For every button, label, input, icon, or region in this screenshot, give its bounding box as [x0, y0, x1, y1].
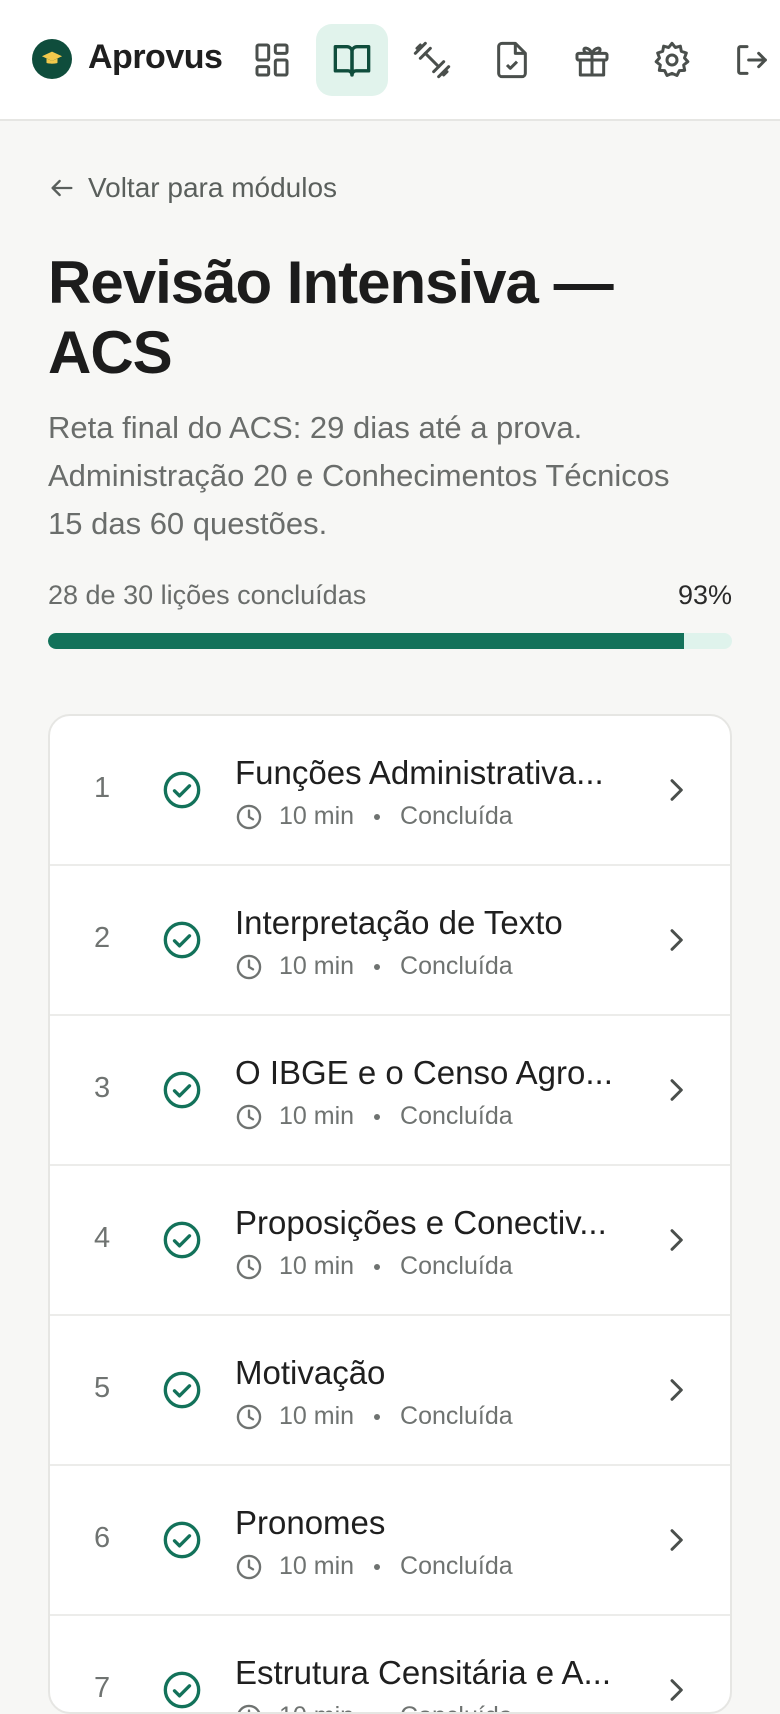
lesson-duration: 10 min — [279, 1102, 354, 1131]
chevron-right-icon — [660, 1674, 692, 1706]
lesson-list: 1 Funções Administrativa... 10 min Concl… — [48, 714, 732, 1714]
progress-label: 28 de 30 lições concluídas — [48, 580, 366, 611]
lesson-title: Pronomes — [235, 1504, 635, 1542]
nav-lessons[interactable] — [316, 24, 388, 96]
lesson-meta: 10 min Concluída — [235, 1102, 513, 1131]
chevron-right-icon — [660, 1074, 692, 1106]
clock-icon — [235, 1403, 263, 1431]
check-circle-icon — [162, 1370, 202, 1410]
lesson-row-4[interactable]: 4 Proposições e Conectiv... 10 min Concl… — [50, 1166, 730, 1316]
lesson-duration: 10 min — [279, 952, 354, 981]
chevron-right-icon — [660, 924, 692, 956]
lesson-status: Concluída — [400, 1102, 513, 1131]
lesson-status: Concluída — [400, 802, 513, 831]
separator-dot — [374, 1564, 380, 1570]
clock-icon — [235, 1703, 263, 1714]
clock-icon — [235, 1253, 263, 1281]
clock-icon — [235, 1553, 263, 1581]
lesson-title: O IBGE e o Censo Agro... — [235, 1054, 635, 1092]
nav-settings[interactable] — [636, 24, 708, 96]
back-link-label: Voltar para módulos — [88, 172, 337, 204]
lesson-number: 1 — [94, 772, 124, 805]
lesson-duration: 10 min — [279, 1702, 354, 1714]
lesson-meta: 10 min Concluída — [235, 952, 513, 981]
progress-bar-fill — [48, 633, 684, 649]
graduation-cap-icon — [41, 48, 63, 70]
arrow-left-icon — [48, 174, 76, 202]
progress-bar — [48, 633, 732, 649]
check-circle-icon — [162, 1070, 202, 1110]
lesson-status: Concluída — [400, 1702, 513, 1714]
lesson-status: Concluída — [400, 952, 513, 981]
lesson-row-2[interactable]: 2 Interpretação de Texto 10 min Concluíd… — [50, 866, 730, 1016]
progress-percent: 93% — [678, 580, 732, 611]
book-open-icon — [332, 40, 372, 80]
separator-dot — [374, 1264, 380, 1270]
check-circle-icon — [162, 1220, 202, 1260]
check-circle-icon — [162, 770, 202, 810]
lesson-row-7[interactable]: 7 Estrutura Censitária e A... 10 min Con… — [50, 1616, 730, 1714]
clock-icon — [235, 803, 263, 831]
lesson-row-5[interactable]: 5 Motivação 10 min Concluída — [50, 1316, 730, 1466]
lesson-meta: 10 min Concluída — [235, 1702, 513, 1714]
nav-dashboard[interactable] — [236, 24, 308, 96]
lesson-number: 5 — [94, 1372, 124, 1405]
nav-rewards[interactable] — [556, 24, 628, 96]
clock-icon — [235, 953, 263, 981]
lesson-meta: 10 min Concluída — [235, 1402, 513, 1431]
nav-exams[interactable] — [476, 24, 548, 96]
logo — [32, 39, 72, 79]
lesson-number: 6 — [94, 1522, 124, 1555]
lesson-status: Concluída — [400, 1402, 513, 1431]
lesson-meta: 10 min Concluída — [235, 802, 513, 831]
chevron-right-icon — [660, 1524, 692, 1556]
separator-dot — [374, 1114, 380, 1120]
back-to-modules-link[interactable]: Voltar para módulos — [48, 172, 337, 204]
nav-practice[interactable] — [396, 24, 468, 96]
lesson-status: Concluída — [400, 1252, 513, 1281]
file-check-icon — [492, 40, 532, 80]
chevron-right-icon — [660, 774, 692, 806]
lesson-title: Proposições e Conectiv... — [235, 1204, 635, 1242]
lesson-row-6[interactable]: 6 Pronomes 10 min Concluída — [50, 1466, 730, 1616]
check-circle-icon — [162, 920, 202, 960]
check-circle-icon — [162, 1520, 202, 1560]
lesson-number: 2 — [94, 922, 124, 955]
chevron-right-icon — [660, 1224, 692, 1256]
logout-icon — [732, 40, 772, 80]
lesson-title: Estrutura Censitária e A... — [235, 1654, 635, 1692]
page-title: Revisão Intensiva — ACS — [48, 248, 738, 388]
lesson-duration: 10 min — [279, 1252, 354, 1281]
lesson-number: 7 — [94, 1672, 124, 1705]
clock-icon — [235, 1103, 263, 1131]
top-bar: Aprovus — [0, 0, 780, 121]
lesson-row-3[interactable]: 3 O IBGE e o Censo Agro... 10 min Conclu… — [50, 1016, 730, 1166]
lesson-number: 3 — [94, 1072, 124, 1105]
dumbbell-icon — [412, 40, 452, 80]
app-name: Aprovus — [88, 38, 222, 77]
lesson-meta: 10 min Concluída — [235, 1252, 513, 1281]
lesson-number: 4 — [94, 1222, 124, 1255]
nav-logout[interactable] — [716, 24, 780, 96]
lesson-status: Concluída — [400, 1552, 513, 1581]
gift-icon — [572, 40, 612, 80]
lesson-duration: 10 min — [279, 1402, 354, 1431]
separator-dot — [374, 814, 380, 820]
lesson-meta: 10 min Concluída — [235, 1552, 513, 1581]
lesson-duration: 10 min — [279, 1552, 354, 1581]
separator-dot — [374, 1414, 380, 1420]
lesson-title: Interpretação de Texto — [235, 904, 635, 942]
dashboard-icon — [252, 40, 292, 80]
lesson-title: Funções Administrativa... — [235, 754, 635, 792]
gear-icon — [652, 40, 692, 80]
check-circle-icon — [162, 1670, 202, 1710]
lesson-row-1[interactable]: 1 Funções Administrativa... 10 min Concl… — [50, 716, 730, 866]
chevron-right-icon — [660, 1374, 692, 1406]
lesson-title: Motivação — [235, 1354, 635, 1392]
page-description: Reta final do ACS: 29 dias até a prova. … — [48, 404, 708, 548]
separator-dot — [374, 964, 380, 970]
lesson-duration: 10 min — [279, 802, 354, 831]
